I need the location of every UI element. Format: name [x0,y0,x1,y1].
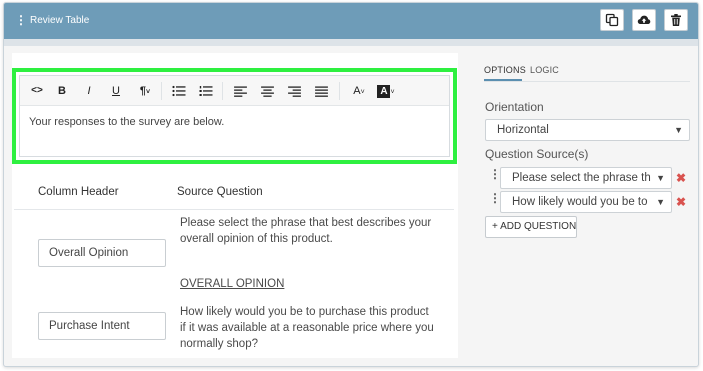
source-question-heading: Source Question [177,186,263,198]
align-right-button[interactable] [287,83,301,99]
caret-down-icon: ▼ [652,192,665,212]
background-color-icon: A [377,85,391,98]
orientation-value: Horizontal [497,124,549,136]
align-center-button[interactable] [260,83,274,99]
toolbar-separator [161,82,162,100]
question-source-value: How likely would you be to [512,196,648,208]
caret-down-icon: ▼ [652,168,665,188]
bulleted-list-icon [172,85,186,97]
panel-title: Review Table [30,15,90,26]
bold-button[interactable]: B [56,83,68,99]
table-header-divider [14,209,454,210]
tab-options[interactable]: OPTIONS [484,65,526,75]
background-color-button[interactable]: A ˅ [376,83,396,99]
drag-handle-icon[interactable]: ⋮ [15,12,27,28]
numbered-list-icon [199,86,213,96]
editor-toolbar: <> B I U ¶˅ A˅ A ˅ [20,76,449,106]
bulleted-list-button[interactable] [172,83,186,99]
question-source-value: Please select the phrase th [512,172,651,184]
font-color-icon: A [353,85,361,97]
paragraph-format-button[interactable]: ¶˅ [138,83,152,99]
underline-button[interactable]: U [111,83,121,99]
rich-text-editor[interactable]: <> B I U ¶˅ A˅ A ˅ Your responses to the… [19,75,450,157]
cloud-upload-icon [637,15,651,24]
remove-source-icon[interactable]: ✖ [676,171,686,185]
trash-icon [671,14,681,26]
column-header-input[interactable]: Overall Opinion [38,239,166,267]
caret-down-icon: ▼ [674,125,683,135]
source-question-text: Please select the phrase that best descr… [180,217,432,245]
align-center-icon [260,86,274,97]
column-header-input[interactable]: Purchase Intent [38,312,166,340]
source-question-text: How likely would you be to purchase this… [180,306,434,350]
column-header-heading: Column Header [38,186,119,198]
source-code-button[interactable]: <> [29,83,45,99]
justify-button[interactable] [314,83,328,99]
align-left-button[interactable] [233,83,247,99]
editor-highlight-frame: <> B I U ¶˅ A˅ A ˅ Your responses to the… [12,68,457,164]
header-stripe [4,39,698,46]
copy-button[interactable] [600,9,624,31]
italic-button[interactable]: I [84,83,94,99]
add-question-button[interactable]: + ADD QUESTION [485,216,577,238]
editor-content[interactable]: Your responses to the survey are below. [29,116,224,128]
source-question-link[interactable]: OVERALL OPINION [180,278,284,290]
align-left-icon [233,86,247,97]
drag-handle-icon[interactable]: ⋮ [489,191,501,205]
toolbar-separator [222,82,223,100]
font-color-button[interactable]: A˅ [350,83,368,99]
remove-source-icon[interactable]: ✖ [676,195,686,209]
numbered-list-button[interactable] [199,83,213,99]
upload-button[interactable] [632,9,656,31]
drag-handle-icon[interactable]: ⋮ [489,167,501,181]
orientation-label: Orientation [485,100,544,114]
delete-block-button[interactable] [664,9,688,31]
question-sources-label: Question Source(s) [485,147,589,161]
tabs-divider [484,81,690,82]
tab-logic[interactable]: LOGIC [530,65,559,75]
orientation-select[interactable]: Horizontal ▼ [485,119,690,141]
align-right-icon [287,86,301,97]
question-source-select[interactable]: How likely would you be to ▼ [500,191,672,213]
copy-icon [605,13,619,27]
options-sidebar: OPTIONS LOGIC Orientation Horizontal ▼ Q… [476,55,698,360]
question-source-select[interactable]: Please select the phrase th ▼ [500,167,672,189]
toolbar-separator [339,82,340,100]
justify-icon [314,86,328,97]
panel-header: ⋮ Review Table [4,3,698,39]
